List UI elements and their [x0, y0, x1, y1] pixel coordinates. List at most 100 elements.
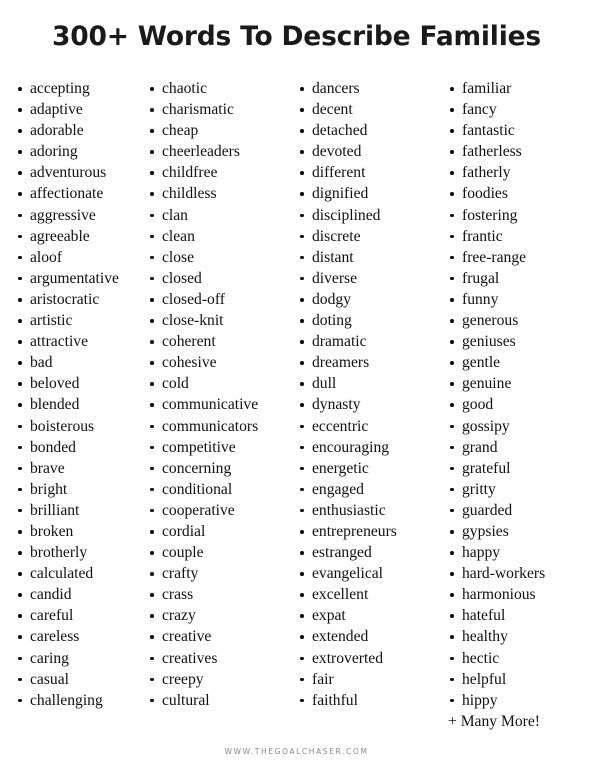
word-item: cultural: [146, 690, 296, 711]
word-item: doting: [296, 310, 446, 331]
word-item: artistic: [14, 310, 146, 331]
word-item: childfree: [146, 162, 296, 183]
word-item: grateful: [446, 458, 593, 479]
word-column-4: familiar fancy fantastic fatherless fatherly…: [446, 78, 593, 732]
word-item: bad: [14, 352, 146, 373]
word-item: agreeable: [14, 226, 146, 247]
word-item: cohesive: [146, 352, 296, 373]
word-item: guarded: [446, 500, 593, 521]
word-item: enthusiastic: [296, 500, 446, 521]
word-item: generous: [446, 310, 593, 331]
word-column-1: accepting adaptive adorable adoring adventur…: [14, 78, 146, 711]
word-item: fostering: [446, 205, 593, 226]
word-item: aloof: [14, 247, 146, 268]
word-item: discrete: [296, 226, 446, 247]
word-item: diverse: [296, 268, 446, 289]
word-item: dramatic: [296, 331, 446, 352]
word-item: hateful: [446, 605, 593, 626]
poster-page: 300+ Words To Describe Families acceptin…: [0, 0, 593, 768]
word-item: dreamers: [296, 352, 446, 373]
word-item: attractive: [14, 331, 146, 352]
word-item: gentle: [446, 352, 593, 373]
word-item: beloved: [14, 373, 146, 394]
word-item: dull: [296, 373, 446, 394]
word-item: gritty: [446, 479, 593, 500]
word-columns-container: accepting adaptive adorable adoring adventur…: [0, 78, 593, 732]
word-item: foodies: [446, 183, 593, 204]
word-item: good: [446, 394, 593, 415]
word-item: cooperative: [146, 500, 296, 521]
footer-website-url: WWW.THEGOALCHASER.COM: [224, 747, 369, 756]
word-item: energetic: [296, 458, 446, 479]
word-item: dodgy: [296, 289, 446, 310]
word-item: extended: [296, 626, 446, 647]
word-item: geniuses: [446, 331, 593, 352]
word-item: detached: [296, 120, 446, 141]
word-item: fatherless: [446, 141, 593, 162]
word-item: engaged: [296, 479, 446, 500]
word-item: different: [296, 162, 446, 183]
word-item: happy: [446, 542, 593, 563]
word-item: distant: [296, 247, 446, 268]
word-item: adventurous: [14, 162, 146, 183]
word-item: clan: [146, 205, 296, 226]
word-item: concerning: [146, 458, 296, 479]
word-item: grand: [446, 437, 593, 458]
word-item: hard-workers: [446, 563, 593, 584]
word-item: fantastic: [446, 120, 593, 141]
word-item: caring: [14, 648, 146, 669]
word-item: fancy: [446, 99, 593, 120]
word-item: gossipy: [446, 416, 593, 437]
word-item: hectic: [446, 648, 593, 669]
word-item: creatives: [146, 648, 296, 669]
word-item: aggressive: [14, 205, 146, 226]
word-item: crass: [146, 584, 296, 605]
word-item: communicative: [146, 394, 296, 415]
word-item: excellent: [296, 584, 446, 605]
word-item: aristocratic: [14, 289, 146, 310]
word-item: adoring: [14, 141, 146, 162]
word-item: competitive: [146, 437, 296, 458]
word-item: candid: [14, 584, 146, 605]
word-item: genuine: [446, 373, 593, 394]
word-item: fatherly: [446, 162, 593, 183]
word-item: frantic: [446, 226, 593, 247]
word-item: closed-off: [146, 289, 296, 310]
word-item: blended: [14, 394, 146, 415]
word-item: brotherly: [14, 542, 146, 563]
word-item: cheap: [146, 120, 296, 141]
word-item: casual: [14, 669, 146, 690]
word-list-1: accepting adaptive adorable adoring adventur…: [14, 78, 146, 711]
word-item: devoted: [296, 141, 446, 162]
footer: WWW.THEGOALCHASER.COM: [0, 741, 593, 759]
word-list-4: familiar fancy fantastic fatherless fatherly…: [446, 78, 593, 711]
word-item: crafty: [146, 563, 296, 584]
word-item: eccentric: [296, 416, 446, 437]
word-item: brilliant: [14, 500, 146, 521]
word-item: chaotic: [146, 78, 296, 99]
word-item: accepting: [14, 78, 146, 99]
word-item: hippy: [446, 690, 593, 711]
word-item: brave: [14, 458, 146, 479]
word-item: broken: [14, 521, 146, 542]
word-item: argumentative: [14, 268, 146, 289]
word-item: childless: [146, 183, 296, 204]
word-item: affectionate: [14, 183, 146, 204]
word-item: extroverted: [296, 648, 446, 669]
word-item: close: [146, 247, 296, 268]
word-item: closed: [146, 268, 296, 289]
word-item: bonded: [14, 437, 146, 458]
word-item: cheerleaders: [146, 141, 296, 162]
word-item: adorable: [14, 120, 146, 141]
word-item: conditional: [146, 479, 296, 500]
word-item: communicators: [146, 416, 296, 437]
word-item: gypsies: [446, 521, 593, 542]
word-item: careless: [14, 626, 146, 647]
word-item: frugal: [446, 268, 593, 289]
word-item: dignified: [296, 183, 446, 204]
word-item: dancers: [296, 78, 446, 99]
word-column-2: chaotic charismatic cheap cheerleaders child…: [146, 78, 296, 711]
word-item: boisterous: [14, 416, 146, 437]
word-item: adaptive: [14, 99, 146, 120]
word-item: fair: [296, 669, 446, 690]
